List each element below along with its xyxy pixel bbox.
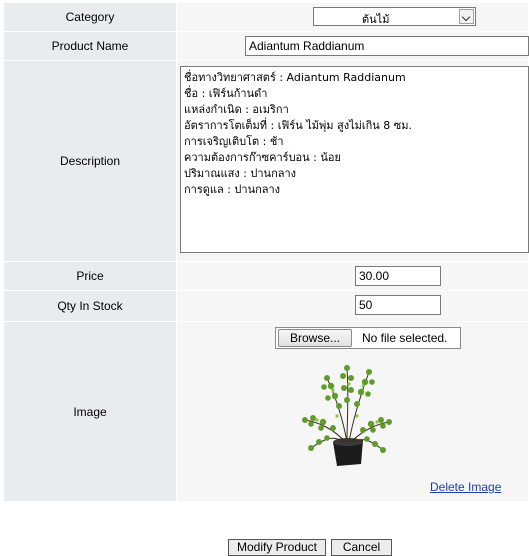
qty-input[interactable]: 50: [355, 295, 441, 315]
price-input[interactable]: 30.00: [355, 266, 441, 286]
description-line: การเจริญเติบโต : ช้า: [184, 135, 284, 148]
description-line: แหล่งกำเนิด : อเมริกา: [184, 103, 289, 116]
description-cell: ชื่อทางวิทยาศาสตร์ : Adiantum Raddianum …: [176, 60, 529, 262]
file-upload-input[interactable]: Browse... No file selected.: [275, 327, 461, 349]
image-cell: Browse... No file selected. Delete Image: [176, 321, 529, 502]
description-label: Description: [3, 60, 177, 262]
image-label: Image: [3, 321, 177, 502]
description-line: ชื่อทางวิทยาศาสตร์ : Adiantum Raddianum: [184, 71, 406, 84]
browse-button[interactable]: Browse...: [278, 329, 352, 347]
chevron-down-icon[interactable]: [459, 9, 474, 24]
description-line: ปริมาณแสง : ปานกลาง: [184, 167, 297, 180]
delete-image-link[interactable]: Delete Image: [430, 480, 501, 494]
price-label: Price: [3, 261, 177, 291]
description-line: การดูแล : ปานกลาง: [184, 183, 281, 196]
category-selected-value: ต้นไม้: [362, 13, 390, 26]
product-form-table: Category ต้นไม้ Product Name Adiantum Ra…: [3, 2, 529, 502]
category-label: Category: [3, 2, 177, 32]
qty-label: Qty In Stock: [3, 290, 177, 322]
price-cell: 30.00: [176, 261, 529, 291]
product-name-cell: Adiantum Raddianum: [176, 31, 529, 61]
category-cell: ต้นไม้: [176, 2, 529, 32]
category-select[interactable]: ต้นไม้: [313, 7, 476, 26]
description-line: ชื่อ : เฟิร์นก้านดำ: [184, 87, 268, 100]
product-name-input[interactable]: Adiantum Raddianum: [245, 36, 529, 56]
modify-product-button[interactable]: Modify Product: [228, 539, 326, 556]
fern-plant-image: [302, 365, 392, 466]
cancel-button[interactable]: Cancel: [331, 539, 392, 556]
description-line: อัตราการโตเต็มที่ : เฟิร์น ไม้พุ่ม สูงไม…: [184, 119, 413, 132]
qty-cell: 50: [176, 290, 529, 322]
product-name-label: Product Name: [3, 31, 177, 61]
description-line: ความต้องการก๊าซคาร์บอน : น้อย: [184, 151, 341, 164]
description-textarea[interactable]: ชื่อทางวิทยาศาสตร์ : Adiantum Raddianum …: [180, 66, 529, 253]
file-status-text: No file selected.: [362, 331, 448, 345]
